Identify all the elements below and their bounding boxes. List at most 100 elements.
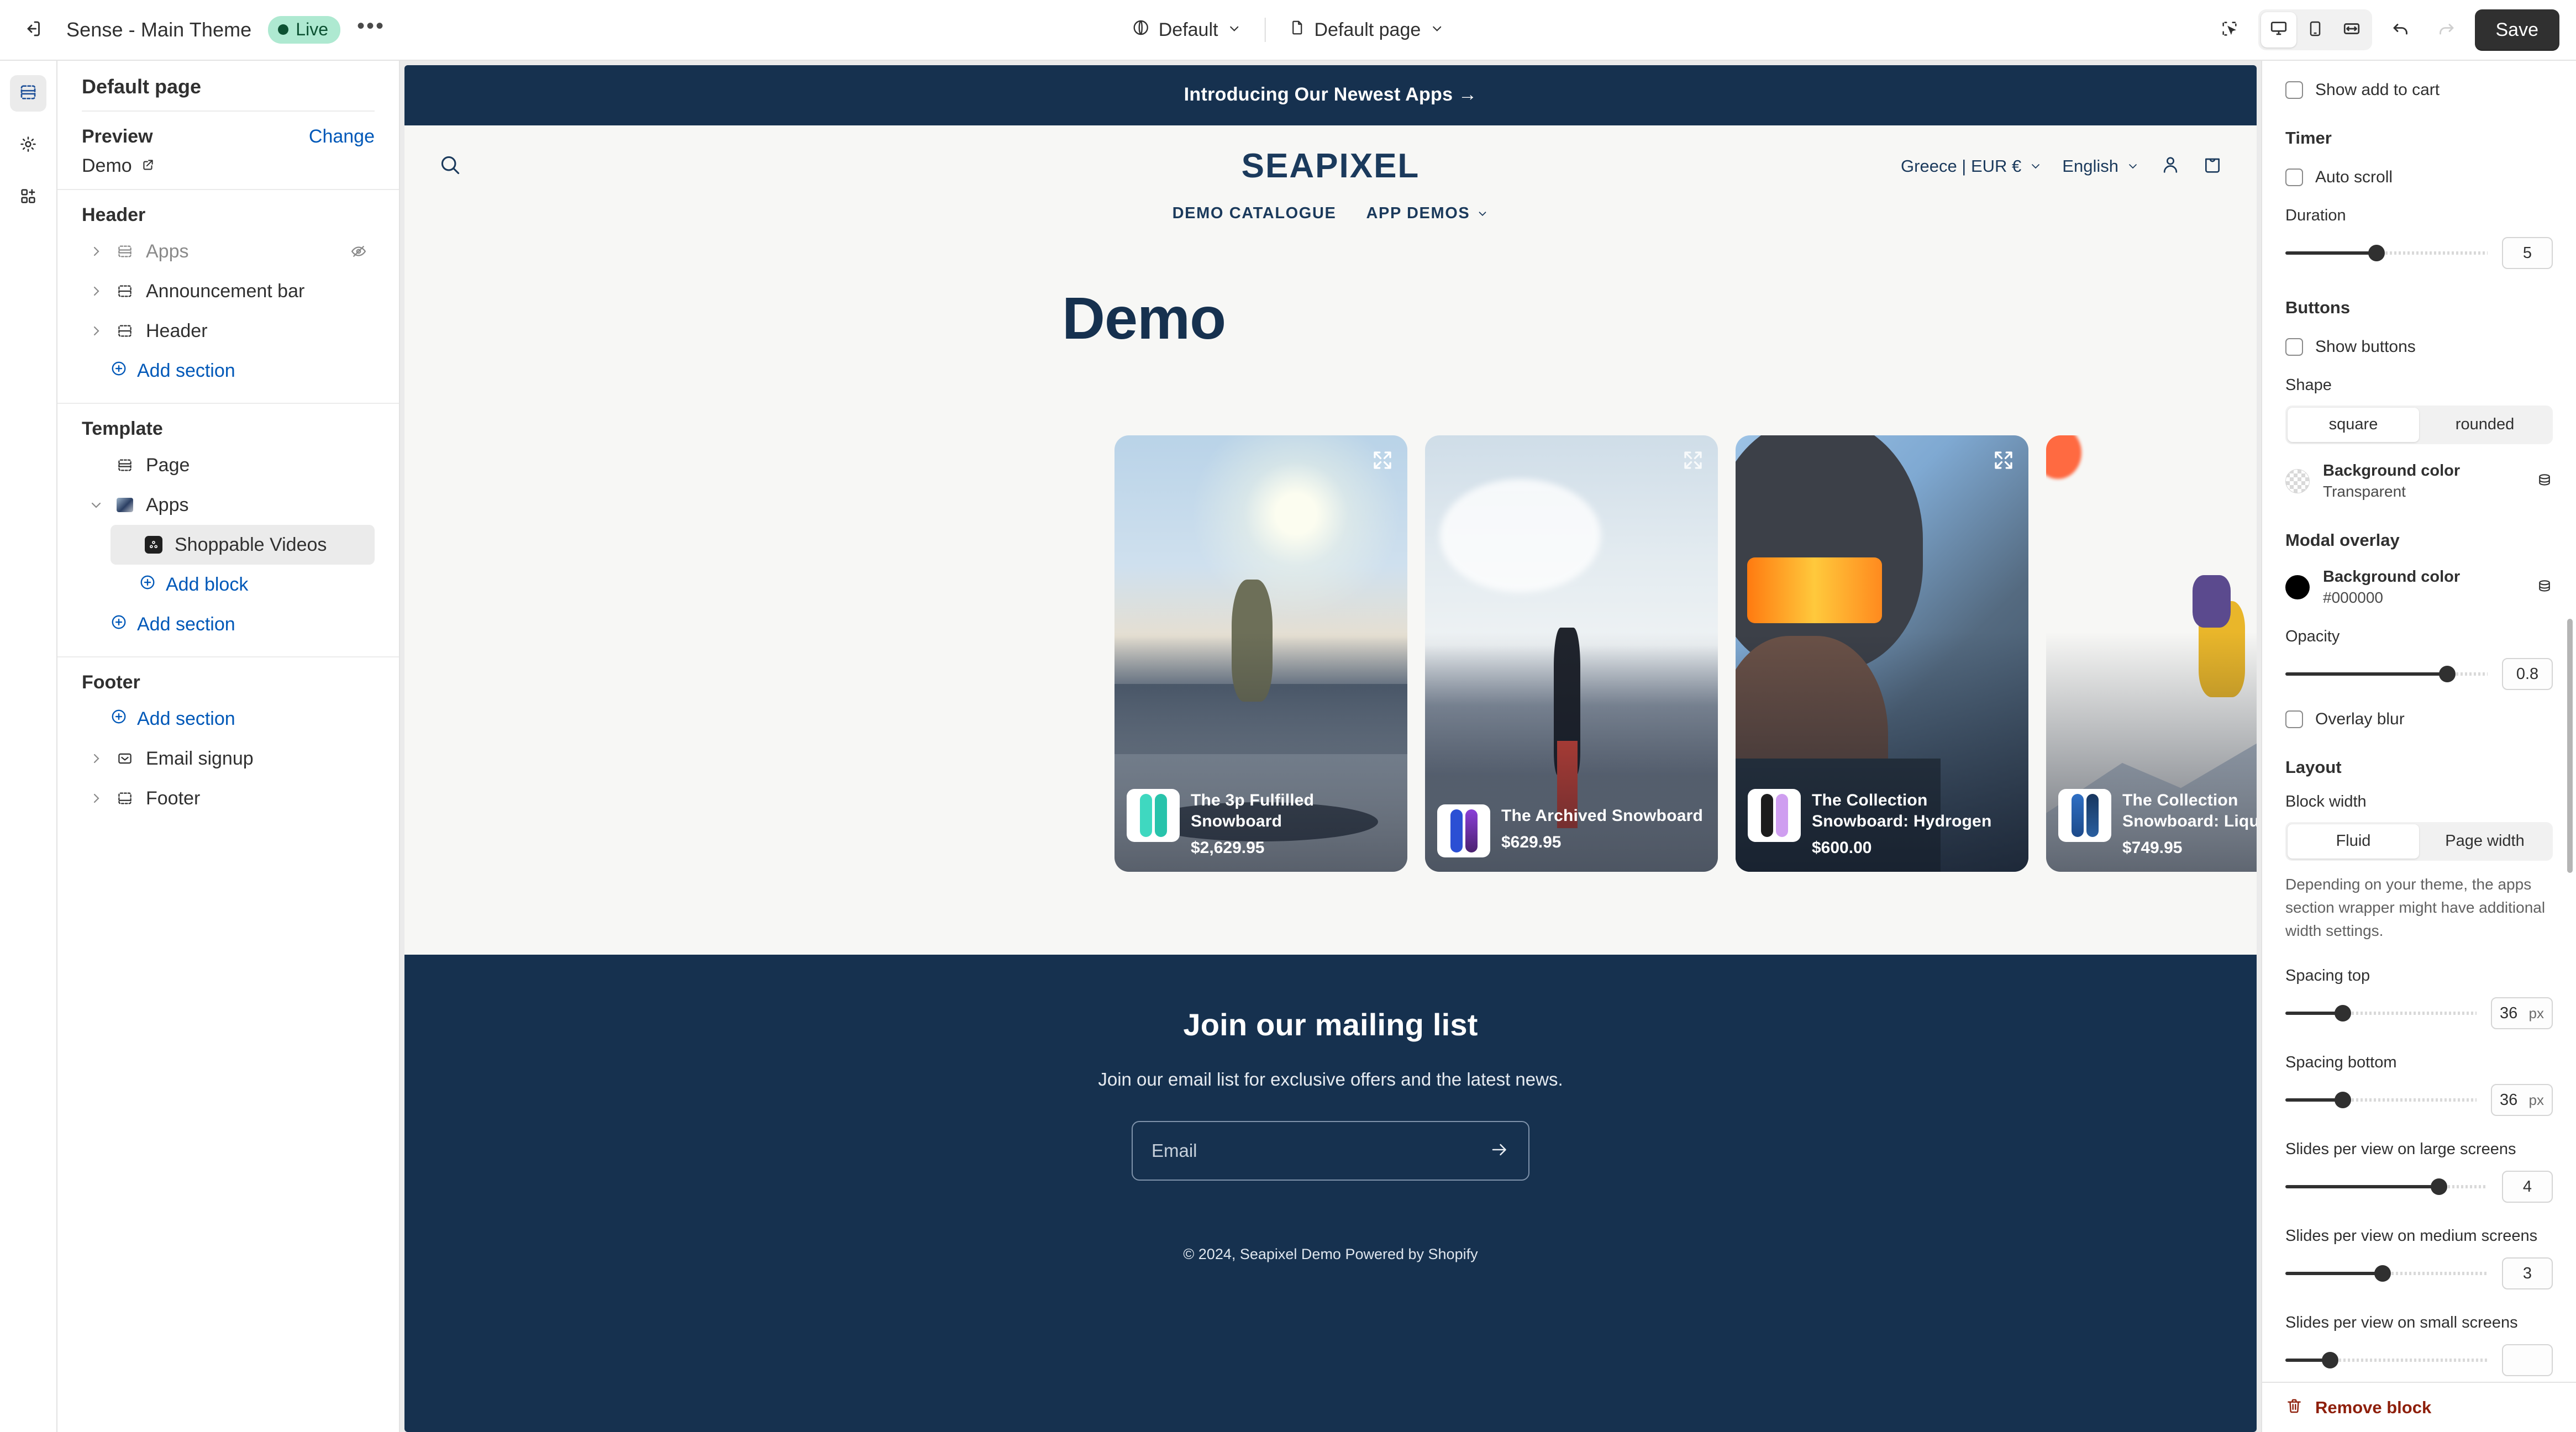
sidebar-item-announcement-bar[interactable]: Announcement bar <box>82 271 375 311</box>
page-title: Default page <box>82 75 202 98</box>
sidebar-item-label: Header <box>146 320 208 341</box>
auto-scroll-checkbox[interactable]: Auto scroll <box>2285 168 2553 187</box>
rail-sections-button[interactable] <box>10 75 46 112</box>
slides-small-value-input[interactable] <box>2502 1344 2553 1377</box>
checkbox-box <box>2285 710 2303 729</box>
add-block-button[interactable]: Add block <box>82 565 375 604</box>
show-buttons-checkbox[interactable]: Show buttons <box>2285 338 2553 356</box>
spacing-top-value-input[interactable]: 36 px <box>2491 997 2553 1030</box>
shape-option-square[interactable]: square <box>2288 408 2419 442</box>
overlay-blur-checkbox[interactable]: Overlay blur <box>2285 710 2553 729</box>
chevron-right-icon[interactable] <box>82 245 111 258</box>
video-card[interactable]: The Collection Snowboard: Hydrogen $600.… <box>1736 435 2028 872</box>
chevron-right-icon[interactable] <box>82 285 111 298</box>
opacity-value-input[interactable]: 0.8 <box>2502 658 2553 691</box>
slides-large-slider[interactable] <box>2285 1178 2488 1196</box>
preview-target[interactable]: Demo <box>82 155 375 177</box>
rail-apps-button[interactable] <box>10 179 46 215</box>
spacing-bottom-slider[interactable] <box>2285 1092 2477 1109</box>
database-icon[interactable] <box>2536 578 2553 597</box>
status-badge-label: Live <box>296 19 328 39</box>
newsletter-email-field[interactable]: Email <box>1132 1121 1529 1181</box>
slider-knob[interactable] <box>2431 1178 2448 1196</box>
duration-value-input[interactable]: 5 <box>2502 237 2553 269</box>
chevron-right-icon[interactable] <box>82 324 111 338</box>
block-width-option-page-width[interactable]: Page width <box>2419 824 2551 859</box>
sidebar-item-footer[interactable]: Footer <box>82 778 375 818</box>
undo-button[interactable] <box>2384 13 2417 46</box>
sidebar-item-header-apps[interactable]: Apps <box>82 231 375 271</box>
database-icon[interactable] <box>2536 472 2553 491</box>
newsletter-footer: Join our mailing list Join our email lis… <box>404 955 2257 1432</box>
plus-circle-icon <box>111 708 127 730</box>
slides-large-value-input[interactable]: 4 <box>2502 1171 2553 1203</box>
nav-link-app-demos[interactable]: APP DEMOS <box>1366 204 1489 223</box>
add-section-header-button[interactable]: Add section <box>82 351 375 391</box>
chevron-down-icon[interactable] <box>82 498 111 512</box>
slides-medium-value-input[interactable]: 3 <box>2502 1257 2553 1290</box>
sidebar-item-shoppable-videos[interactable]: Shoppable Videos <box>111 525 375 565</box>
rail-settings-button[interactable] <box>10 127 46 164</box>
select-element-button[interactable] <box>2213 13 2246 46</box>
spacing-top-slider[interactable] <box>2285 1005 2477 1022</box>
save-button[interactable]: Save <box>2474 9 2559 51</box>
nav-link-demo-catalogue[interactable]: DEMO CATALOGUE <box>1173 204 1337 223</box>
block-width-option-fluid[interactable]: Fluid <box>2288 824 2419 859</box>
page-selector[interactable]: Default page <box>1278 13 1455 48</box>
spacing-bottom-value-input[interactable]: 36 px <box>2491 1084 2553 1117</box>
video-card[interactable]: The Collection Snowboard: Liquid $749.95 <box>2046 435 2257 872</box>
slider-knob[interactable] <box>2438 666 2456 683</box>
chevron-down-icon <box>1429 19 1444 41</box>
sidebar-item-page[interactable]: Page <box>82 445 375 485</box>
chevron-right-icon[interactable] <box>82 752 111 765</box>
header-right: Greece | EUR € English <box>1634 154 2223 178</box>
redo-button[interactable] <box>2430 13 2463 46</box>
chevron-right-icon[interactable] <box>82 792 111 805</box>
store-logo[interactable]: SEAPIXEL <box>1242 146 1420 186</box>
duration-slider[interactable] <box>2285 245 2488 261</box>
device-fullwidth-button[interactable] <box>2334 12 2369 48</box>
add-section-template-button[interactable]: Add section <box>82 604 375 644</box>
slider-knob[interactable] <box>2334 1092 2351 1109</box>
product-name: The Collection Snowboard: Hydrogen <box>1812 791 1992 830</box>
market-selector[interactable]: Default <box>1121 12 1253 48</box>
video-card[interactable]: The Archived Snowboard $629.95 <box>1425 435 1718 872</box>
account-icon[interactable] <box>2159 154 2181 178</box>
slider-knob[interactable] <box>2334 1005 2351 1022</box>
remove-block-button[interactable]: Remove block <box>2262 1382 2576 1432</box>
search-icon[interactable] <box>438 152 462 180</box>
expand-icon[interactable] <box>1681 449 1705 475</box>
announcement-bar[interactable]: Introducing Our Newest Apps → <box>404 65 2257 125</box>
opacity-slider-row: 0.8 <box>2285 658 2553 691</box>
opacity-slider[interactable] <box>2285 666 2488 683</box>
video-card[interactable]: The 3p Fulfilled Snowboard $2,629.95 <box>1114 435 1407 872</box>
expand-icon[interactable] <box>1992 449 2015 475</box>
modal-background-color-row[interactable]: Background color #000000 <box>2285 567 2553 608</box>
slider-knob[interactable] <box>2321 1352 2338 1369</box>
sidebar-item-template-apps[interactable]: Apps <box>82 485 375 525</box>
change-preview-link[interactable]: Change <box>309 126 375 148</box>
arrow-right-icon[interactable] <box>1490 1140 1510 1162</box>
board-swatch <box>1465 809 1478 852</box>
locale-selector[interactable]: Greece | EUR € <box>1901 156 2042 176</box>
slider-knob[interactable] <box>2374 1265 2391 1282</box>
expand-icon[interactable] <box>1371 449 1394 475</box>
add-section-footer-button[interactable]: Add section <box>82 699 375 739</box>
slider-knob[interactable] <box>2368 245 2385 261</box>
language-selector[interactable]: English <box>2062 156 2139 176</box>
device-mobile-button[interactable] <box>2298 12 2333 48</box>
button-background-color-row[interactable]: Background color Transparent <box>2285 461 2553 502</box>
hidden-eye-icon[interactable] <box>350 243 367 260</box>
inspector-scrollbar[interactable] <box>2567 619 2573 873</box>
exit-editor-button[interactable] <box>17 13 50 46</box>
status-badge: Live <box>268 16 340 44</box>
cart-icon[interactable] <box>2201 154 2223 178</box>
show-add-to-cart-checkbox[interactable]: Show add to cart <box>2285 81 2553 99</box>
slides-small-slider[interactable] <box>2285 1352 2488 1369</box>
slides-medium-slider[interactable] <box>2285 1265 2488 1282</box>
sidebar-item-email-signup[interactable]: Email signup <box>82 739 375 778</box>
sidebar-item-header[interactable]: Header <box>82 311 375 351</box>
shape-option-rounded[interactable]: rounded <box>2419 408 2551 442</box>
more-actions-button[interactable]: ••• <box>357 15 385 39</box>
device-desktop-button[interactable] <box>2260 12 2296 48</box>
